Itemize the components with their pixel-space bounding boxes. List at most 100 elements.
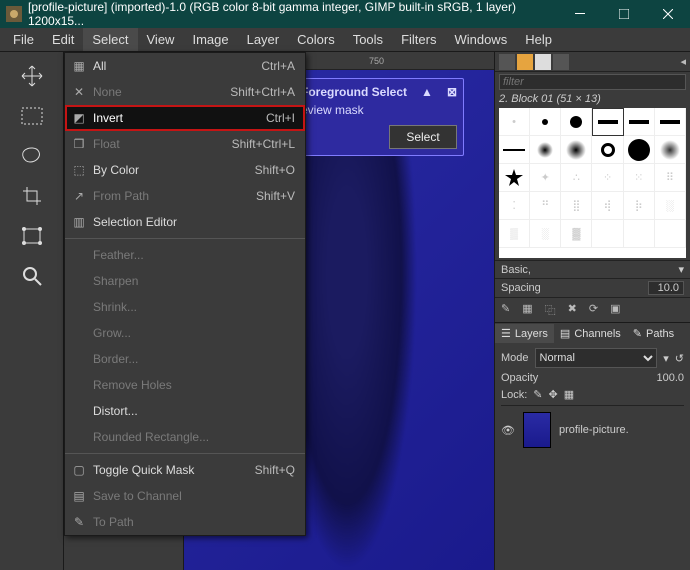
- menu-item-label: Remove Holes: [93, 378, 172, 392]
- menu-colors[interactable]: Colors: [288, 28, 344, 51]
- menu-edit[interactable]: Edit: [43, 28, 83, 51]
- tab-layers[interactable]: ☰Layers: [495, 324, 554, 343]
- close-button[interactable]: [646, 0, 690, 28]
- tab-menu-icon[interactable]: ◂: [680, 55, 690, 68]
- lock-pixels-icon[interactable]: ✎: [533, 388, 542, 401]
- crop-tool[interactable]: [8, 178, 56, 214]
- toolbox: [0, 52, 64, 570]
- brush-grid[interactable]: • ✦∴⁘⁙⠿ ⁚⠛⣿⢾⡷░ ▒░▓: [499, 108, 686, 258]
- menu-windows[interactable]: Windows: [445, 28, 516, 51]
- new-brush-icon[interactable]: ▦: [522, 302, 532, 318]
- menu-help[interactable]: Help: [516, 28, 561, 51]
- menu-item-shortcut: Ctrl+I: [266, 111, 295, 125]
- lock-label: Lock:: [501, 389, 527, 401]
- layer-dock-tabs: ☰Layers ▤Channels ✎Paths: [495, 322, 690, 344]
- blank-icon: [71, 247, 87, 263]
- brush-filter-input[interactable]: [499, 74, 686, 90]
- select-button[interactable]: Select: [389, 125, 457, 149]
- menu-item-label: Distort...: [93, 404, 138, 418]
- seleditor-icon: ▥: [71, 214, 87, 230]
- menu-item-selection-editor[interactable]: ▥ Selection Editor: [65, 209, 305, 235]
- menu-item-shrink: Shrink...: [65, 294, 305, 320]
- layers-icon: ☰: [501, 327, 511, 340]
- blank-icon: [71, 403, 87, 419]
- free-select-tool[interactable]: [8, 138, 56, 174]
- blank-icon: [71, 429, 87, 445]
- menu-file[interactable]: File: [4, 28, 43, 51]
- menu-select[interactable]: Select: [83, 28, 137, 51]
- menu-item-shortcut: Ctrl+A: [261, 59, 295, 73]
- menu-filters[interactable]: Filters: [392, 28, 445, 51]
- frompath-icon: ↗: [71, 188, 87, 204]
- menu-item-rounded-rectangle: Rounded Rectangle...: [65, 424, 305, 450]
- paths-icon: ✎: [633, 327, 642, 340]
- menu-item-label: None: [93, 85, 122, 99]
- tab-fonts[interactable]: [535, 54, 551, 70]
- title-bar: [profile-picture] (imported)-1.0 (RGB co…: [0, 0, 690, 28]
- menu-item-label: Shrink...: [93, 300, 137, 314]
- tab-paths[interactable]: ✎Paths: [627, 324, 680, 343]
- fg-select-hint: eview mask: [301, 103, 457, 117]
- bycolor-icon: ⬚: [71, 162, 87, 178]
- menu-item-distort[interactable]: Distort...: [65, 398, 305, 424]
- lock-alpha-icon[interactable]: ▦: [564, 388, 574, 401]
- collapse-icon[interactable]: ▲: [421, 85, 433, 99]
- move-tool[interactable]: [8, 58, 56, 94]
- minimize-button[interactable]: [558, 0, 602, 28]
- layer-row[interactable]: 👁 profile-picture.: [501, 405, 684, 454]
- tab-brushes[interactable]: [499, 54, 515, 70]
- channels-icon: ▤: [560, 327, 570, 340]
- lock-position-icon[interactable]: ✥: [549, 388, 558, 401]
- menu-item-float: ❒FloatShift+Ctrl+L: [65, 131, 305, 157]
- menu-item-shortcut: Shift+Q: [255, 463, 295, 477]
- menu-item-to-path: ✎To Path: [65, 509, 305, 535]
- blank-icon: [71, 299, 87, 315]
- layer-name[interactable]: profile-picture.: [559, 424, 629, 436]
- tab-patterns[interactable]: [517, 54, 533, 70]
- menu-item-invert[interactable]: ◩ Invert Ctrl+I: [65, 105, 305, 131]
- menu-item-label: Border...: [93, 352, 138, 366]
- chevron-down-icon[interactable]: ▾: [663, 352, 669, 365]
- duplicate-brush-icon[interactable]: ⿻: [545, 302, 556, 318]
- rect-select-tool[interactable]: [8, 98, 56, 134]
- brush-selected-label: 2. Block 01 (51 × 13): [495, 92, 690, 106]
- all-icon: ▦: [71, 58, 87, 74]
- menu-item-save-to-channel: ▤Save to Channel: [65, 483, 305, 509]
- menu-item-from-path: ↗From PathShift+V: [65, 183, 305, 209]
- brush-dock-tabs: ◂: [495, 52, 690, 72]
- open-brush-icon[interactable]: ▣: [610, 302, 620, 318]
- menu-item-label: By Color: [93, 163, 139, 177]
- opacity-value[interactable]: 100.0: [656, 372, 684, 384]
- mode-select[interactable]: Normal: [535, 348, 658, 368]
- spacing-value[interactable]: 10.0: [648, 281, 684, 295]
- menu-image[interactable]: Image: [183, 28, 237, 51]
- menu-item-label: Toggle Quick Mask: [93, 463, 194, 477]
- menu-item-feather: Feather...: [65, 242, 305, 268]
- reset-icon[interactable]: ↺: [675, 352, 684, 365]
- dropdown-icon[interactable]: ▾: [678, 263, 684, 276]
- close-icon[interactable]: ⊠: [447, 85, 457, 99]
- fg-select-popup: Foreground Select ▲ ⊠ eview mask Select: [294, 78, 464, 156]
- layer-thumbnail: [523, 412, 551, 448]
- menu-item-label: Selection Editor: [93, 215, 177, 229]
- menu-item-all[interactable]: ▦ All Ctrl+A: [65, 53, 305, 79]
- maximize-button[interactable]: [602, 0, 646, 28]
- menu-item-label: All: [93, 59, 106, 73]
- menu-item-by-color[interactable]: ⬚By ColorShift+O: [65, 157, 305, 183]
- menu-item-toggle-quick-mask[interactable]: ▢Toggle Quick MaskShift+Q: [65, 457, 305, 483]
- edit-brush-icon[interactable]: ✎: [501, 302, 510, 318]
- menu-item-label: Invert: [93, 111, 123, 125]
- tab-channels[interactable]: ▤Channels: [554, 324, 627, 343]
- invert-icon: ◩: [71, 110, 87, 126]
- visibility-icon[interactable]: 👁: [501, 424, 515, 437]
- menu-layer[interactable]: Layer: [238, 28, 289, 51]
- menu-tools[interactable]: Tools: [344, 28, 392, 51]
- menu-view[interactable]: View: [138, 28, 184, 51]
- delete-brush-icon[interactable]: ✖: [568, 302, 577, 318]
- menu-item-label: Sharpen: [93, 274, 138, 288]
- transform-tool[interactable]: [8, 218, 56, 254]
- zoom-tool[interactable]: [8, 258, 56, 294]
- menu-item-label: Save to Channel: [93, 489, 182, 503]
- tab-history[interactable]: [553, 54, 569, 70]
- refresh-brush-icon[interactable]: ⟳: [589, 302, 598, 318]
